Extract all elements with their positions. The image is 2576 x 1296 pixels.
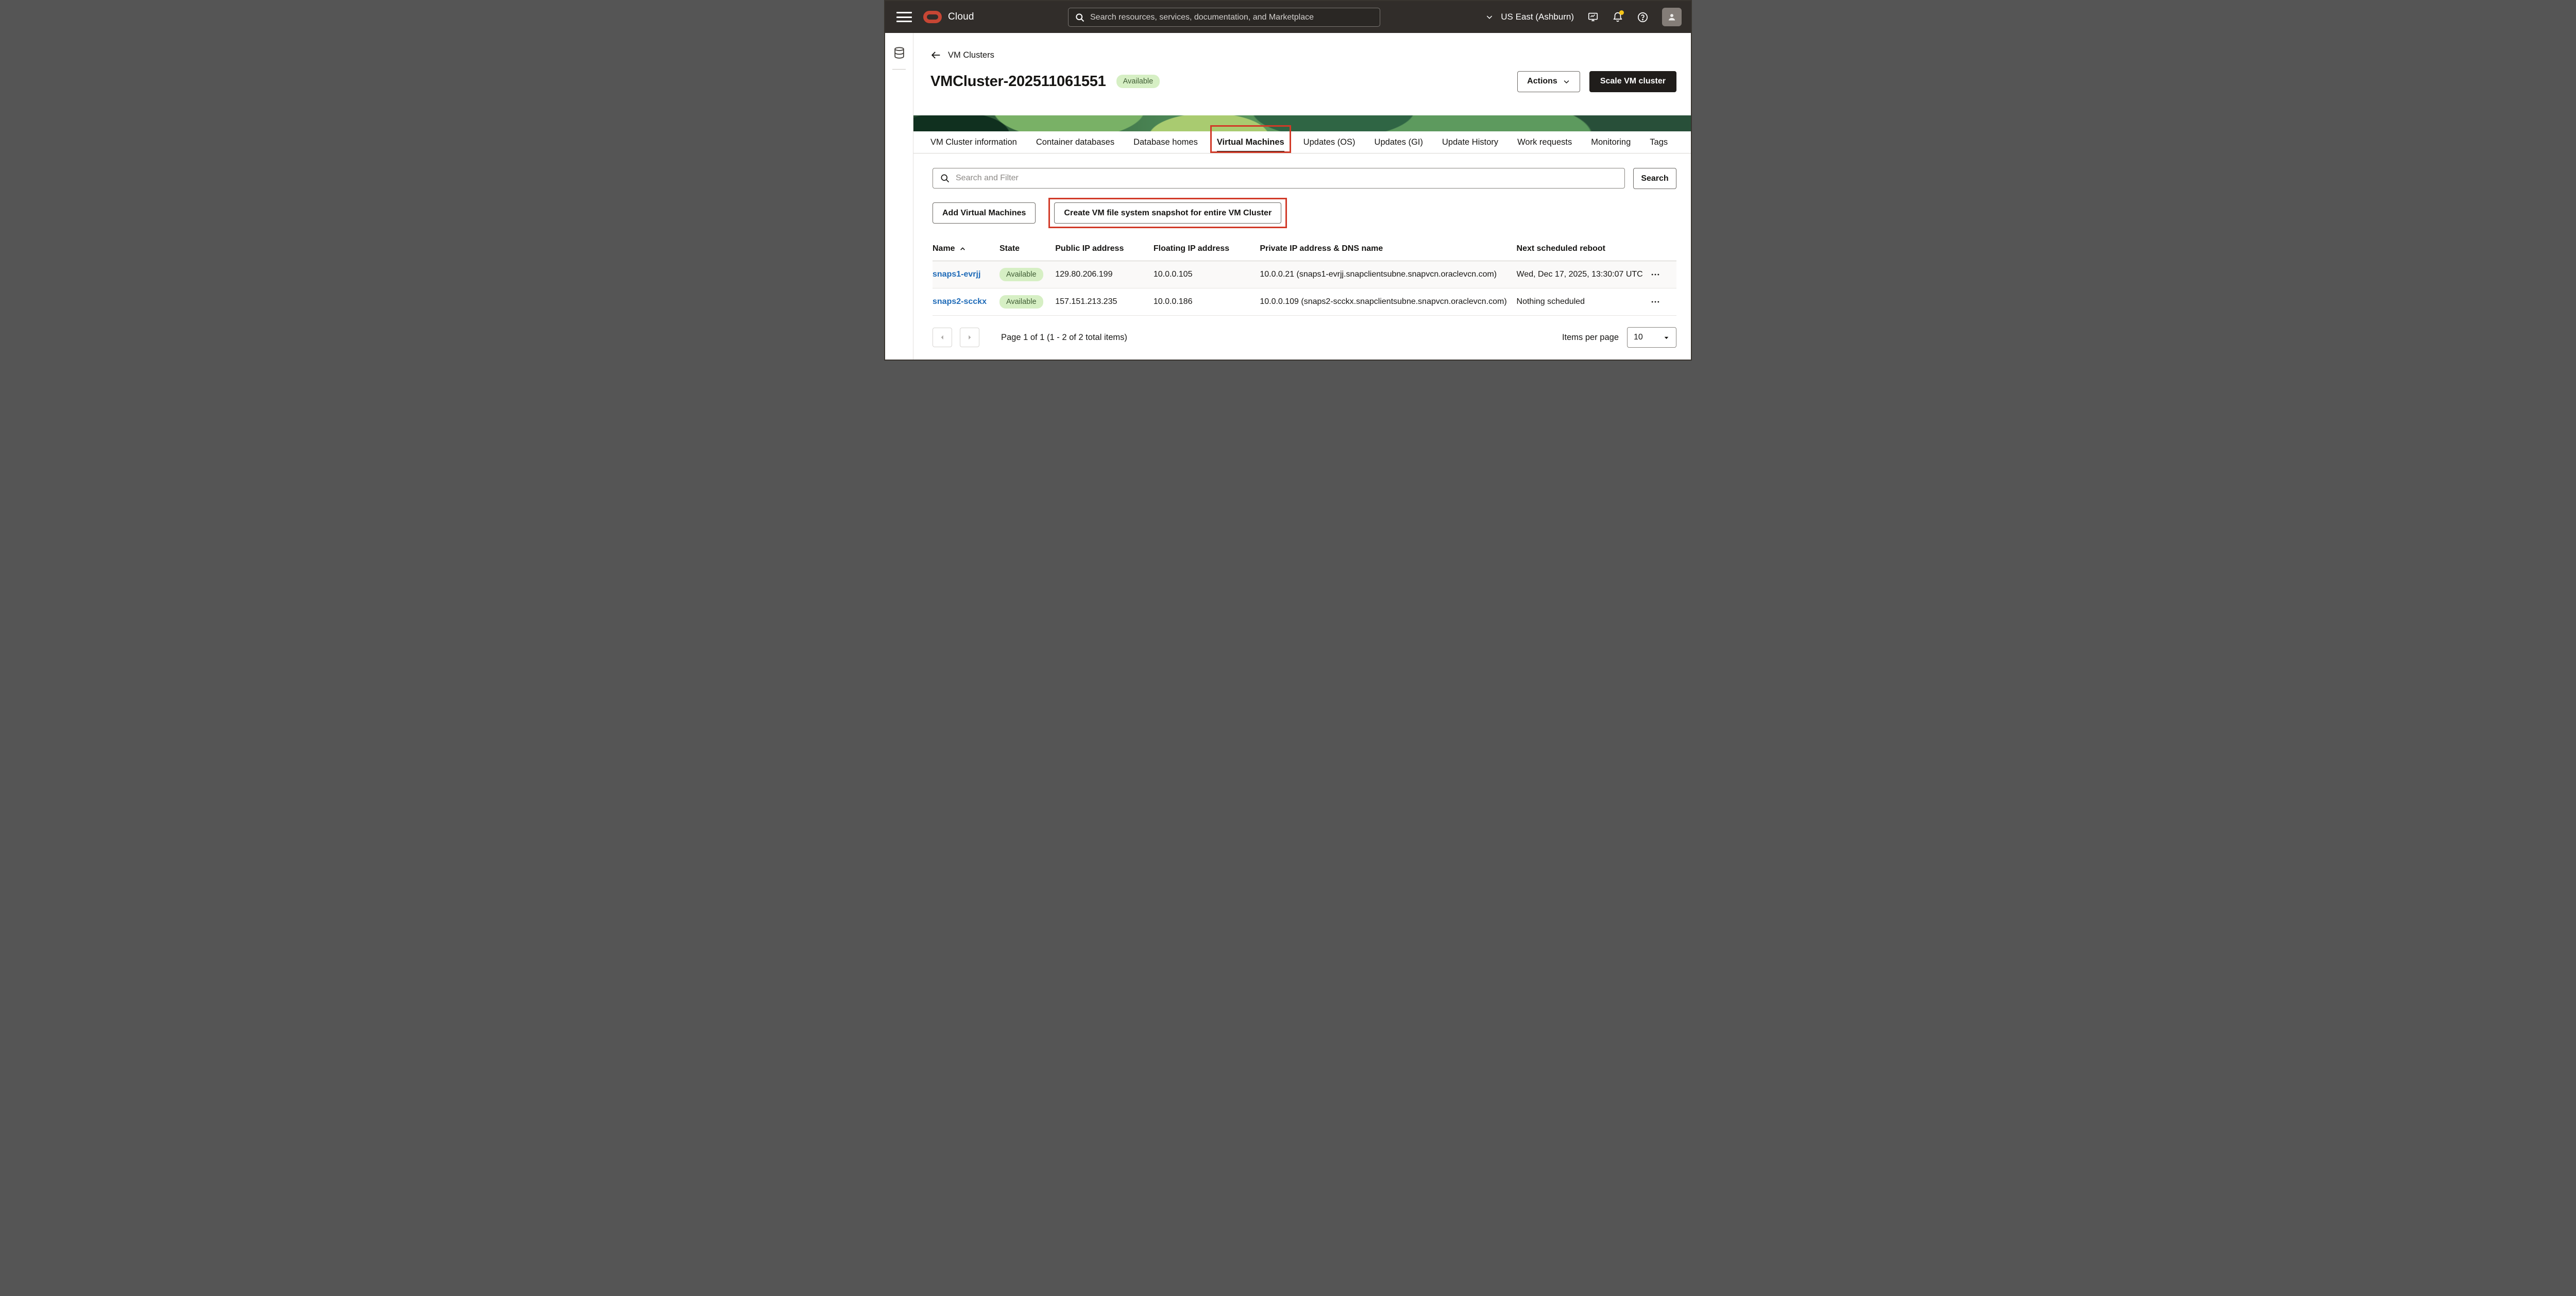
chevron-left-icon (939, 334, 946, 341)
column-header-name[interactable]: Name (933, 239, 999, 261)
row-actions-menu-icon[interactable] (1650, 297, 1660, 307)
caret-down-icon (1663, 334, 1670, 341)
tab-virtual-machines-label: Virtual Machines (1217, 138, 1284, 147)
left-sidebar (885, 33, 913, 360)
breadcrumb: VM Clusters (913, 33, 1691, 61)
vm-next-reboot: Wed, Dec 17, 2025, 13:30:07 UTC (1517, 261, 1651, 288)
page-summary: Page 1 of 1 (1 - 2 of 2 total items) (1001, 333, 1127, 343)
hamburger-menu-icon[interactable] (896, 11, 912, 23)
console-monitor-icon[interactable] (1587, 11, 1599, 23)
notification-badge (1619, 10, 1624, 15)
row-actions-menu-icon[interactable] (1650, 269, 1660, 280)
vm-floating-ip: 10.0.0.186 (1154, 288, 1260, 316)
help-icon[interactable] (1637, 11, 1649, 23)
search-and-filter-input[interactable] (956, 174, 1618, 183)
table-header-row: Name State Public IP address Floating IP… (933, 239, 1676, 261)
database-icon[interactable] (893, 46, 906, 61)
region-selector[interactable]: US East (Ashburn) (1485, 12, 1574, 22)
tab-vm-cluster-information[interactable]: VM Cluster information (930, 131, 1017, 153)
items-per-page-select[interactable]: 10 (1627, 327, 1676, 348)
page-title: VMCluster-202511061551 (930, 73, 1106, 90)
sort-ascending-icon (959, 246, 966, 252)
action-buttons-row: Add Virtual Machines Create VM file syst… (933, 202, 1676, 224)
tab-database-homes[interactable]: Database homes (1133, 131, 1198, 153)
decorative-banner (913, 115, 1691, 131)
column-header-reboot: Next scheduled reboot (1517, 239, 1651, 261)
title-row: VMCluster-202511061551 Available Actions… (913, 61, 1691, 94)
search-icon (940, 173, 950, 183)
top-header: Cloud US East (Ashburn) (885, 1, 1691, 33)
back-arrow-icon[interactable] (930, 49, 942, 61)
tab-monitoring[interactable]: Monitoring (1591, 131, 1631, 153)
create-vm-snapshot-button[interactable]: Create VM file system snapshot for entir… (1054, 202, 1281, 224)
tab-content: Search Add Virtual Machines Create VM fi… (913, 154, 1691, 360)
title-actions: Actions Scale VM cluster (1517, 71, 1676, 92)
actions-button-label: Actions (1527, 77, 1557, 86)
region-label: US East (Ashburn) (1501, 12, 1574, 22)
vm-public-ip: 129.80.206.199 (1055, 261, 1154, 288)
items-per-page-label: Items per page (1562, 333, 1619, 343)
table-row: snaps2-scckx Available 157.151.213.235 1… (933, 288, 1676, 316)
filter-row: Search (933, 168, 1676, 189)
pagination: Page 1 of 1 (1 - 2 of 2 total items) Ite… (933, 327, 1676, 357)
next-page-button[interactable] (960, 328, 979, 347)
vm-table: Name State Public IP address Floating IP… (933, 239, 1676, 316)
vm-name-link[interactable]: snaps1-evrjj (933, 270, 980, 279)
vm-private-ip-dns: 10.0.0.109 (snaps2-scckx.snapclientsubne… (1260, 288, 1516, 316)
previous-page-button[interactable] (933, 328, 952, 347)
tab-container-databases[interactable]: Container databases (1036, 131, 1114, 153)
status-badge: Available (1116, 75, 1160, 88)
vm-public-ip: 157.151.213.235 (1055, 288, 1154, 316)
search-button[interactable]: Search (1633, 168, 1676, 189)
items-per-page: Items per page 10 (1562, 327, 1676, 348)
vm-private-ip-dns: 10.0.0.21 (snaps1-evrjj.snapclientsubne.… (1260, 261, 1516, 288)
column-header-floating-ip: Floating IP address (1154, 239, 1260, 261)
actions-button[interactable]: Actions (1517, 71, 1580, 92)
brand-label: Cloud (948, 11, 974, 23)
chevron-right-icon (966, 334, 973, 341)
add-virtual-machines-button[interactable]: Add Virtual Machines (933, 202, 1036, 224)
header-actions: US East (Ashburn) (1485, 8, 1682, 26)
search-icon (1075, 12, 1085, 23)
oracle-logo-icon (923, 11, 942, 23)
vm-floating-ip: 10.0.0.105 (1154, 261, 1260, 288)
sidebar-divider (892, 69, 906, 70)
vm-next-reboot: Nothing scheduled (1517, 288, 1651, 316)
tab-work-requests[interactable]: Work requests (1517, 131, 1572, 153)
tab-updates-os[interactable]: Updates (OS) (1303, 131, 1355, 153)
app-window: Cloud US East (Ashburn) (884, 0, 1692, 361)
column-header-state: State (999, 239, 1055, 261)
notifications-bell-icon[interactable] (1612, 11, 1623, 23)
column-header-public-ip: Public IP address (1055, 239, 1154, 261)
search-and-filter-field[interactable] (933, 168, 1625, 189)
main-area: VM Clusters VMCluster-202511061551 Avail… (913, 33, 1691, 360)
items-per-page-value: 10 (1634, 333, 1643, 342)
tab-updates-gi[interactable]: Updates (GI) (1375, 131, 1423, 153)
global-search-input[interactable] (1090, 13, 1374, 22)
tab-virtual-machines[interactable]: Virtual Machines (1217, 131, 1284, 153)
vm-state-badge: Available (999, 295, 1043, 309)
chevron-down-icon (1485, 13, 1494, 21)
column-header-actions (1650, 239, 1676, 261)
user-avatar[interactable] (1662, 8, 1682, 26)
tab-tags[interactable]: Tags (1650, 131, 1668, 153)
scale-vm-cluster-button[interactable]: Scale VM cluster (1589, 71, 1676, 92)
person-icon (1667, 12, 1677, 22)
tab-bar: VM Cluster information Container databas… (913, 131, 1691, 154)
vm-name-link[interactable]: snaps2-scckx (933, 297, 987, 306)
tab-update-history[interactable]: Update History (1442, 131, 1498, 153)
chevron-down-icon (1563, 78, 1570, 86)
global-search[interactable] (1068, 8, 1380, 27)
vm-state-badge: Available (999, 268, 1043, 281)
column-header-private-ip: Private IP address & DNS name (1260, 239, 1516, 261)
brand[interactable]: Cloud (923, 11, 974, 23)
breadcrumb-vm-clusters-link[interactable]: VM Clusters (948, 50, 994, 60)
table-row: snaps1-evrjj Available 129.80.206.199 10… (933, 261, 1676, 288)
